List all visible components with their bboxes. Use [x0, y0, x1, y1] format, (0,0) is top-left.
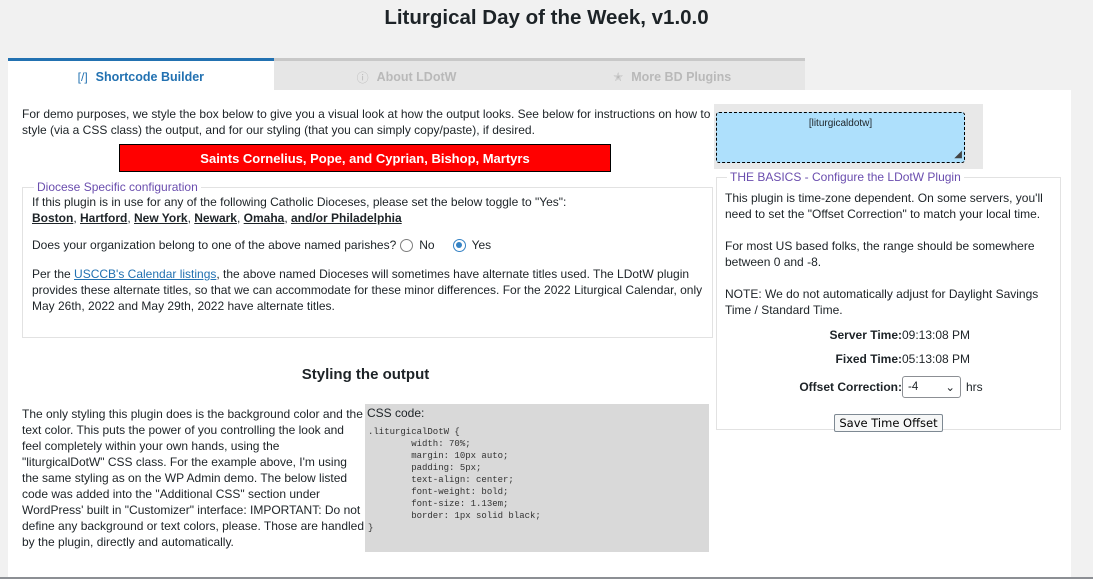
tab-label: More BD Plugins: [631, 70, 732, 84]
basics-paragraph-2: For most US based folks, the range shoul…: [725, 239, 1035, 269]
diocese-city-list: Boston, Hartford, New York, Newark, Omah…: [32, 211, 402, 225]
diocese-question-row: Does your organization belong to one of …: [32, 238, 703, 252]
fixed-time-row: Fixed Time: 05:13:08 PM: [725, 352, 1052, 366]
shortcode-icon: [/]: [77, 70, 88, 84]
css-code-box: CSS code: .liturgicalDotW { width: 70%; …: [365, 404, 709, 552]
tab-bar: [/] Shortcode Builder ⓘ About LDotW ✭ Mo…: [8, 58, 805, 93]
radio-no-label: No: [419, 238, 435, 252]
diocese-legend: Diocese Specific configuration: [37, 180, 198, 194]
intro-text: For demo purposes, we style the box belo…: [22, 107, 711, 137]
diocese-instructions: If this plugin is in use for any of the …: [32, 195, 567, 209]
styling-description: The only styling this plugin does is the…: [22, 407, 364, 549]
server-time-label: Server Time:: [829, 328, 903, 342]
save-time-offset-button[interactable]: Save Time Offset: [834, 414, 943, 432]
offset-value: -4: [908, 381, 919, 393]
main-panel: For demo purposes, we style the box belo…: [8, 90, 1071, 579]
chevron-down-icon: ⌄: [945, 382, 955, 394]
tab-more-plugins[interactable]: ✭ More BD Plugins: [539, 61, 805, 93]
shortcode-text: [liturgicaldotw]: [808, 118, 873, 129]
info-icon: ⓘ: [356, 70, 369, 85]
city-omaha: Omaha: [243, 211, 285, 225]
css-code-label: CSS code:: [367, 406, 425, 420]
tab-shortcode-builder[interactable]: [/] Shortcode Builder: [8, 58, 274, 93]
fixed-time-value: 05:13:08 PM: [902, 352, 971, 366]
shortcode-preview-area: [liturgicaldotw] ◢: [714, 104, 983, 169]
basics-legend: THE BASICS - Configure the LDotW Plugin: [730, 170, 961, 184]
server-time-row: Server Time: 09:13:08 PM: [725, 328, 1052, 342]
basics-section: THE BASICS - Configure the LDotW Plugin …: [716, 170, 1061, 432]
alternate-titles-text: Per the USCCB's Calendar listings, the a…: [32, 266, 703, 314]
offset-unit: hrs: [966, 380, 983, 394]
page-right-edge: [1071, 0, 1093, 579]
radio-yes-label: Yes: [471, 238, 492, 252]
city-new-york: New York: [134, 211, 188, 225]
basics-paragraph-1: This plugin is time-zone dependent. On s…: [725, 191, 1043, 221]
diocese-question: Does your organization belong to one of …: [32, 238, 397, 252]
usccb-link[interactable]: USCCB's Calendar listings: [74, 267, 216, 281]
note-text: We do not automatically adjust for Dayli…: [725, 287, 1039, 317]
city-newark: Newark: [194, 211, 237, 225]
offset-select[interactable]: -4 ⌄: [902, 376, 961, 398]
server-time-value: 09:13:08 PM: [902, 328, 971, 342]
diocese-config-section: Diocese Specific configuration If this p…: [22, 180, 713, 338]
star-icon: ✭: [613, 70, 624, 84]
shortcode-textarea[interactable]: [liturgicaldotw] ◢: [716, 112, 965, 163]
page-title: Liturgical Day of the Week, v1.0.0: [384, 6, 709, 29]
offset-label: Offset Correction:: [799, 380, 902, 394]
offset-row: Offset Correction: -4 ⌄ hrs: [725, 376, 1052, 398]
radio-no[interactable]: [400, 238, 414, 252]
city-hartford: Hartford: [80, 211, 128, 225]
radio-yes[interactable]: [452, 238, 466, 252]
tab-label: Shortcode Builder: [95, 70, 205, 84]
resize-grip-icon[interactable]: ◢: [954, 150, 962, 160]
css-code: .liturgicalDotW { width: 70%; margin: 10…: [368, 427, 541, 533]
fixed-time-label: Fixed Time:: [835, 352, 902, 366]
tab-about[interactable]: ⓘ About LDotW: [274, 61, 540, 93]
tab-label: About LDotW: [376, 70, 457, 84]
city-boston: Boston: [32, 211, 74, 225]
alt-prefix: Per the: [32, 267, 75, 281]
basics-note: NOTE: We do not automatically adjust for…: [725, 286, 1052, 318]
styling-heading: Styling the output: [301, 366, 430, 383]
note-label: NOTE:: [725, 287, 762, 301]
city-philadelphia: and/or Philadelphia: [291, 211, 402, 225]
demo-output-banner: Saints Cornelius, Pope, and Cyprian, Bis…: [119, 144, 611, 172]
